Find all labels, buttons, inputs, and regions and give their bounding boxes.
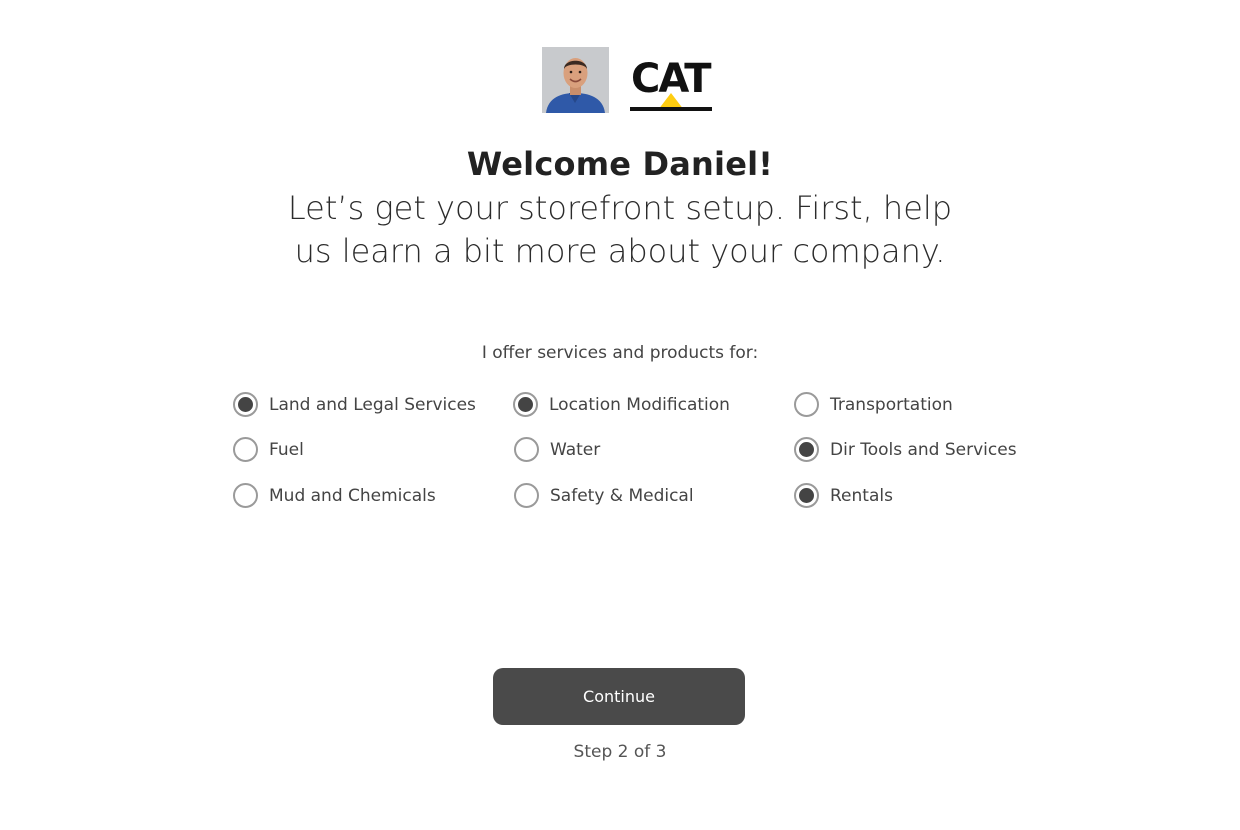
option-safety-medical[interactable]: Safety & Medical — [514, 483, 694, 508]
option-label: Safety & Medical — [550, 485, 694, 506]
option-label: Rentals — [830, 485, 893, 506]
welcome-heading: Welcome Daniel! — [466, 145, 774, 183]
avatar — [542, 47, 609, 113]
option-land-legal[interactable]: Land and Legal Services — [233, 392, 476, 417]
option-water[interactable]: Water — [514, 437, 600, 462]
radio-selected-dot — [799, 488, 814, 503]
radio-selected-dot — [238, 397, 253, 412]
option-label: Dir Tools and Services — [830, 439, 1017, 460]
option-label: Mud and Chemicals — [269, 485, 436, 506]
option-label: Location Modification — [549, 394, 730, 415]
radio-button[interactable] — [794, 392, 819, 417]
radio-selected-dot — [518, 397, 533, 412]
intro-subtitle-line2: us learn a bit more about your company. — [294, 232, 946, 270]
services-prompt: I offer services and products for: — [481, 343, 759, 363]
radio-button[interactable] — [514, 483, 539, 508]
continue-button[interactable]: Continue — [493, 668, 745, 725]
option-dir-tools[interactable]: Dir Tools and Services — [794, 437, 1017, 462]
option-label: Transportation — [830, 394, 953, 415]
intro-subtitle-line1: Let’s get your storefront setup. First, … — [287, 189, 953, 227]
intro-subtitle: Let’s get your storefront setup. First, … — [0, 187, 1240, 273]
option-label: Land and Legal Services — [269, 394, 476, 415]
radio-button[interactable] — [514, 437, 539, 462]
cat-logo: CAT — [630, 56, 712, 111]
radio-button[interactable] — [513, 392, 538, 417]
radio-button[interactable] — [794, 437, 819, 462]
onboarding-page: CAT Welcome Daniel! Let’s get your store… — [0, 0, 1240, 830]
option-rentals[interactable]: Rentals — [794, 483, 893, 508]
radio-button[interactable] — [233, 483, 258, 508]
logo-row: CAT — [542, 47, 712, 113]
radio-button[interactable] — [233, 392, 258, 417]
option-fuel[interactable]: Fuel — [233, 437, 304, 462]
option-label: Water — [550, 439, 601, 460]
radio-button[interactable] — [233, 437, 258, 462]
radio-selected-dot — [799, 442, 814, 457]
option-label: Fuel — [269, 439, 304, 460]
option-transportation[interactable]: Transportation — [794, 392, 953, 417]
step-indicator: Step 2 of 3 — [573, 742, 667, 762]
option-mud-chemicals[interactable]: Mud and Chemicals — [233, 483, 436, 508]
radio-button[interactable] — [794, 483, 819, 508]
option-location-modification[interactable]: Location Modification — [513, 392, 730, 417]
